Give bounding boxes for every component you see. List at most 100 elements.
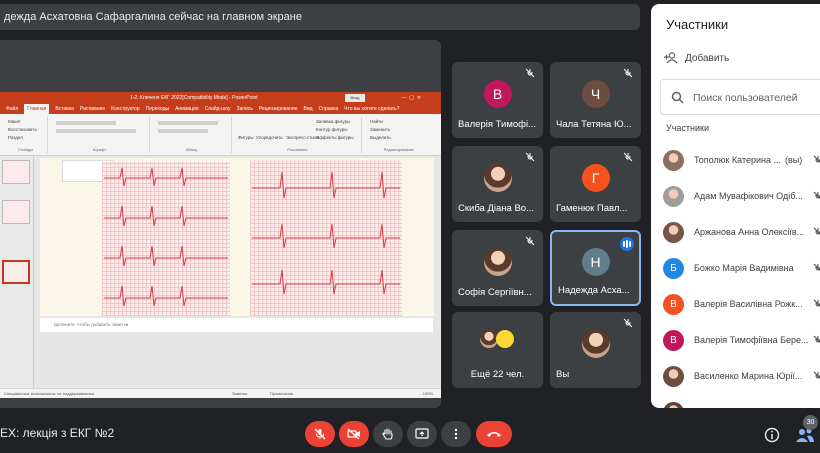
- participant-name-text: Валерія Василівна Рожк...: [694, 299, 803, 309]
- participants-section-label: Участники: [666, 123, 709, 133]
- meeting-info-icon[interactable]: [764, 427, 780, 443]
- participant-tile[interactable]: В Валерія Тимофі...: [452, 62, 543, 138]
- ppt-tab: Переходы: [145, 106, 170, 112]
- mic-off-icon: [623, 318, 633, 328]
- more-vert-icon: [454, 428, 458, 440]
- ribbon-item-layout: Макет: [8, 119, 21, 124]
- ppt-status-bar: Специальные возможности: не поддерживают…: [0, 388, 441, 398]
- avatar-photo: [663, 185, 684, 207]
- ppt-tab: Файл: [6, 106, 19, 112]
- leave-call-button[interactable]: [476, 421, 512, 447]
- speaking-indicator-icon: [620, 237, 634, 251]
- participant-row[interactable]: Адам Мувафікович Одіб...: [663, 181, 820, 211]
- ribbon-item-quick-styles: Экспресс-стили: [286, 135, 319, 140]
- avatar: В: [483, 79, 512, 108]
- ppt-tab: Вид: [303, 106, 313, 112]
- avatar-photo: [483, 163, 512, 192]
- status-comments: Примечания: [270, 391, 294, 396]
- raise-hand-button[interactable]: [373, 421, 403, 447]
- meeting-title: ЕХ: лекція з ЕКГ №2: [0, 426, 115, 440]
- participant-row[interactable]: В Валерія Василівна Рожк...: [663, 289, 820, 319]
- panel-title: Участники: [666, 17, 729, 32]
- mic-off-icon: [813, 371, 820, 379]
- self-tile[interactable]: Вы: [550, 312, 641, 388]
- mic-off-icon: [314, 428, 326, 440]
- search-placeholder: Поиск пользователей: [693, 92, 798, 104]
- ppt-workspace: Щелкните, чтобы добавить заметки: [0, 156, 441, 388]
- more-participants-tile[interactable]: Ещё 22 чел.: [452, 312, 543, 388]
- ribbon-item-outline: Контур фигуры: [316, 127, 348, 132]
- participant-name: Василенко Марина Юрії...: [694, 371, 811, 381]
- more-participants-label: Ещё 22 чел.: [470, 369, 525, 380]
- ppt-tab: Конструктор: [111, 106, 140, 112]
- participant-row[interactable]: Тополюк Катерина ... (вы): [663, 145, 820, 175]
- status-accessibility: Специальные возможности: не поддерживают…: [4, 391, 95, 396]
- ppt-tab: Справка: [318, 106, 339, 112]
- ribbon-group-editing: Найти Заменить Выделить Редактирование: [364, 117, 434, 153]
- ppt-tab: Слайд-шоу: [204, 106, 231, 112]
- tile-name: Чала Тетяна Ю...: [556, 119, 632, 130]
- present-screen-icon: [415, 428, 429, 439]
- mic-off-icon: [814, 407, 819, 408]
- participant-row[interactable]: В Валерія Тимофіївна Бере...: [663, 325, 820, 355]
- present-screen-button[interactable]: [407, 421, 437, 447]
- camera-toggle-button[interactable]: [339, 421, 369, 447]
- avatar-photo: [496, 330, 514, 348]
- status-notes: Заметки: [232, 391, 248, 396]
- participant-tile[interactable]: Г Гаменюк Павл...: [550, 146, 641, 222]
- slide-thumbnails: [0, 156, 34, 388]
- ribbon-item-find: Найти: [370, 119, 383, 124]
- tile-name: Надежда Асха...: [558, 285, 630, 296]
- avatar: Ч: [581, 79, 610, 108]
- avatar-photo: [663, 365, 684, 387]
- participant-name-text: Валерія Тимофіївна Бере...: [694, 335, 809, 345]
- search-people-input[interactable]: Поиск пользователей: [660, 79, 820, 115]
- ribbon-label-drawing: Рисование: [287, 147, 308, 152]
- participant-name-text: Василенко Марина Юрії...: [694, 371, 803, 381]
- ribbon-item-reset: Восстановить: [8, 127, 37, 132]
- ribbon-group-drawing: Фигуры Упорядочить Экспресс-стили Заливк…: [234, 117, 362, 153]
- phone-hangup-icon: [487, 432, 501, 437]
- participant-name-text: Тополюк Катерина ...: [694, 155, 782, 165]
- ribbon-label-font: Шрифт: [92, 147, 107, 152]
- tile-name: Валерія Тимофі...: [458, 119, 536, 130]
- participant-name-text: Адам Мувафікович Одіб...: [694, 191, 803, 201]
- ppt-tab: Вставка: [55, 106, 74, 112]
- ppt-tab: Рецензирование: [258, 106, 298, 112]
- ribbon-label-editing: Редактирование: [383, 147, 415, 152]
- avatar-photo: [581, 329, 610, 358]
- participant-row[interactable]: Аржанова Анна Олексіїв...: [663, 217, 820, 247]
- ppt-tab: Главная: [24, 104, 50, 114]
- participant-row[interactable]: Б Божко Марія Вадимівна: [663, 253, 820, 283]
- avatar-photo: [663, 149, 684, 171]
- add-people-button[interactable]: Добавить: [663, 52, 729, 64]
- mic-off-icon: [525, 68, 535, 78]
- presenting-banner: дежда Асхатовна Сафаргалина сейчас на гл…: [0, 4, 640, 30]
- avatar-photo: [663, 401, 684, 408]
- participant-tile[interactable]: Софія Сергіївн...: [452, 230, 543, 306]
- participant-tile[interactable]: Ч Чала Тетяна Ю...: [550, 62, 641, 138]
- ppt-ribbon: Макет Восстановить Раздел Слайды Шрифт А…: [0, 114, 441, 156]
- ribbon-item-replace: Заменить: [370, 127, 391, 132]
- add-person-icon: [664, 52, 678, 64]
- mic-off-icon: [813, 191, 820, 199]
- avatar-photo: [483, 247, 512, 276]
- presentation-stage[interactable]: 1-2. Кличеня ЕКГ 2022[Compatibility Mode…: [0, 40, 441, 408]
- more-options-button[interactable]: [441, 421, 471, 447]
- participant-tile[interactable]: Скиба Діана Во...: [452, 146, 543, 222]
- participant-row[interactable]: Василенко Марина Юрії...: [663, 361, 820, 391]
- powerpoint-window: 1-2. Кличеня ЕКГ 2022[Compatibility Mode…: [0, 92, 441, 398]
- participant-row[interactable]: Воробйова Дар'я Олекс...: [663, 397, 820, 408]
- participant-name: Тополюк Катерина ... (вы): [694, 155, 811, 165]
- ekg-traces: [104, 167, 400, 307]
- ribbon-item-fill: Заливка фигуры: [316, 119, 351, 124]
- mic-toggle-button[interactable]: [305, 421, 335, 447]
- tile-name: Софія Сергіївн...: [458, 287, 532, 298]
- participant-tile-speaking[interactable]: Н Надежда Асха...: [550, 230, 641, 306]
- participant-name: Валерія Василівна Рожк...: [694, 299, 811, 309]
- mic-off-icon: [813, 227, 820, 235]
- ppt-window-title: 1-2. Кличеня ЕКГ 2022[Compatibility Mode…: [130, 95, 258, 101]
- tile-name: Вы: [556, 369, 570, 380]
- ribbon-label-slides: Слайды: [18, 147, 33, 152]
- add-people-label: Добавить: [685, 52, 730, 64]
